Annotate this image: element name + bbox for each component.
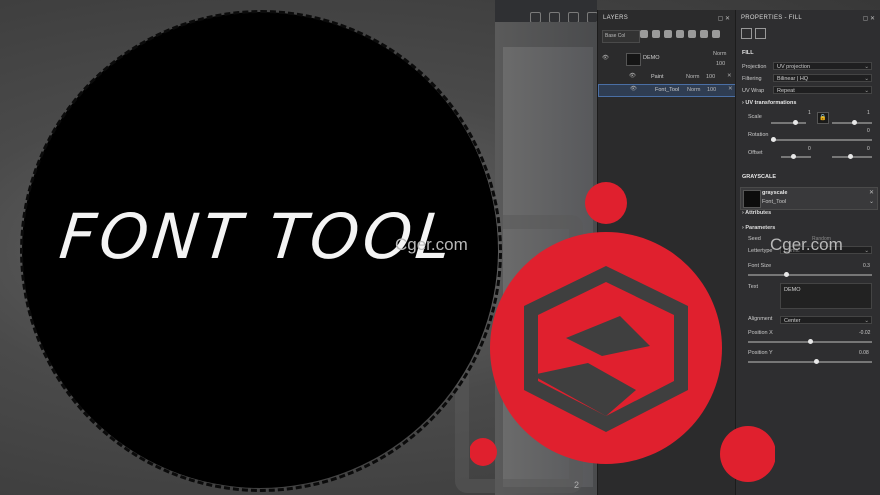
layer-row-paint[interactable]: 👁 Paint Norm 100 ✕: [598, 72, 736, 83]
uv-transform-section[interactable]: › UV transformations: [742, 100, 796, 106]
slider-knob[interactable]: [784, 272, 789, 277]
layer-blend[interactable]: Norm: [686, 74, 699, 80]
chevron-down-icon[interactable]: ⌄: [869, 198, 874, 205]
close-icon[interactable]: ✕: [869, 189, 874, 196]
layer-thumbnail: [626, 53, 641, 66]
add-anchor-icon[interactable]: [700, 30, 708, 38]
add-effect-icon[interactable]: [676, 30, 684, 38]
slider-knob[interactable]: [814, 359, 819, 364]
chevron-down-icon: ⌄: [864, 248, 869, 254]
offset-slider-b[interactable]: [832, 154, 872, 159]
watermark: Cger.com: [395, 235, 468, 254]
offset-value-a: 0: [808, 146, 811, 152]
chevron-down-icon: ⌄: [864, 76, 869, 82]
panel-menu-icon[interactable]: ▢ ✕: [863, 15, 875, 22]
watermark: Cger.com: [770, 235, 843, 254]
posx-value: -0.02: [859, 330, 871, 336]
scale-value-a: 1: [808, 110, 811, 116]
channel-select[interactable]: Base Col: [602, 30, 640, 43]
fontsize-value: 0.3: [863, 263, 870, 269]
add-folder-icon[interactable]: [688, 30, 696, 38]
layers-title: LAYERS: [603, 15, 629, 21]
projection-value: UV projection: [777, 64, 811, 70]
uvwrap-value: Repeat: [777, 88, 795, 94]
chevron-down-icon: ⌄: [864, 88, 869, 94]
layer-name: DEMO: [643, 55, 660, 61]
uvwrap-label: UV Wrap: [742, 88, 765, 94]
lock-icon[interactable]: 🔒: [817, 112, 829, 124]
slider-knob[interactable]: [848, 154, 853, 159]
layer-name: Font_Tool: [655, 87, 680, 93]
text-input[interactable]: DEMO: [780, 283, 872, 309]
tab-fill-icon[interactable]: [741, 28, 752, 39]
layer-blend[interactable]: Norm: [687, 87, 700, 93]
layer-name: Paint: [651, 74, 664, 80]
layer-blend[interactable]: Norm: [713, 51, 726, 57]
screenshot-stage: 2 LAYERS ▢ ✕ Base Col 👁 DEMO Norm 100 👁 …: [0, 0, 880, 495]
uvwrap-select[interactable]: Repeat ⌄: [773, 86, 872, 94]
substance-logo-icon: [470, 182, 775, 482]
properties-title: PROPERTIES - FILL: [741, 15, 803, 21]
alignment-value: Center: [784, 318, 801, 324]
filtering-label: Filtering: [742, 76, 762, 82]
panel-menu-icon[interactable]: ▢ ✕: [718, 15, 730, 22]
layer-toolbar: [640, 30, 720, 38]
chevron-down-icon: ⌄: [864, 318, 869, 324]
uv-transform-title: UV transformations: [745, 100, 797, 106]
eye-icon[interactable]: 👁: [630, 86, 637, 92]
layer-row-demo[interactable]: 👁 DEMO Norm 100: [598, 50, 736, 70]
layer-opacity[interactable]: 100: [707, 87, 716, 93]
delete-layer-icon[interactable]: [712, 30, 720, 38]
offset-value-b: 0: [867, 146, 870, 152]
filtering-select[interactable]: Bilinear | HQ ⌄: [773, 74, 872, 82]
slider-knob[interactable]: [852, 120, 857, 125]
scale-slider-a[interactable]: [771, 120, 806, 125]
filtering-value: Bilinear | HQ: [777, 76, 809, 82]
slider-knob[interactable]: [793, 120, 798, 125]
offset-label: Offset: [748, 150, 763, 156]
tab-material-icon[interactable]: [755, 28, 766, 39]
eye-icon[interactable]: 👁: [629, 73, 636, 79]
chevron-down-icon: ⌄: [864, 64, 869, 70]
layer-opacity[interactable]: 100: [706, 74, 715, 80]
slider-knob[interactable]: [791, 154, 796, 159]
add-mask-icon[interactable]: [664, 30, 672, 38]
layer-opacity[interactable]: 100: [716, 61, 725, 67]
offset-slider-a[interactable]: [781, 154, 811, 159]
close-icon[interactable]: ✕: [727, 73, 732, 79]
projection-label: Projection: [742, 64, 767, 70]
projection-select[interactable]: UV projection ⌄: [773, 62, 872, 70]
properties-tabs: [741, 28, 766, 39]
close-icon[interactable]: ✕: [728, 86, 733, 92]
add-paint-layer-icon[interactable]: [640, 30, 648, 38]
layer-row-font-tool[interactable]: 👁 Font_Tool Norm 100 ✕: [598, 84, 738, 97]
slider-knob[interactable]: [771, 137, 776, 142]
fill-section-title: FILL: [742, 50, 754, 56]
alignment-select[interactable]: Center ⌄: [780, 316, 872, 324]
add-fill-layer-icon[interactable]: [652, 30, 660, 38]
posy-value: 0.08: [859, 350, 869, 356]
scale-label: Scale: [748, 114, 762, 120]
slider-knob[interactable]: [808, 339, 813, 344]
scale-value-b: 1: [867, 110, 870, 116]
eye-icon[interactable]: 👁: [602, 55, 609, 61]
rotation-value: 0: [867, 128, 870, 134]
rotation-label: Rotation: [748, 132, 769, 138]
scale-slider-b[interactable]: [832, 120, 872, 125]
rotation-slider[interactable]: [771, 137, 872, 142]
